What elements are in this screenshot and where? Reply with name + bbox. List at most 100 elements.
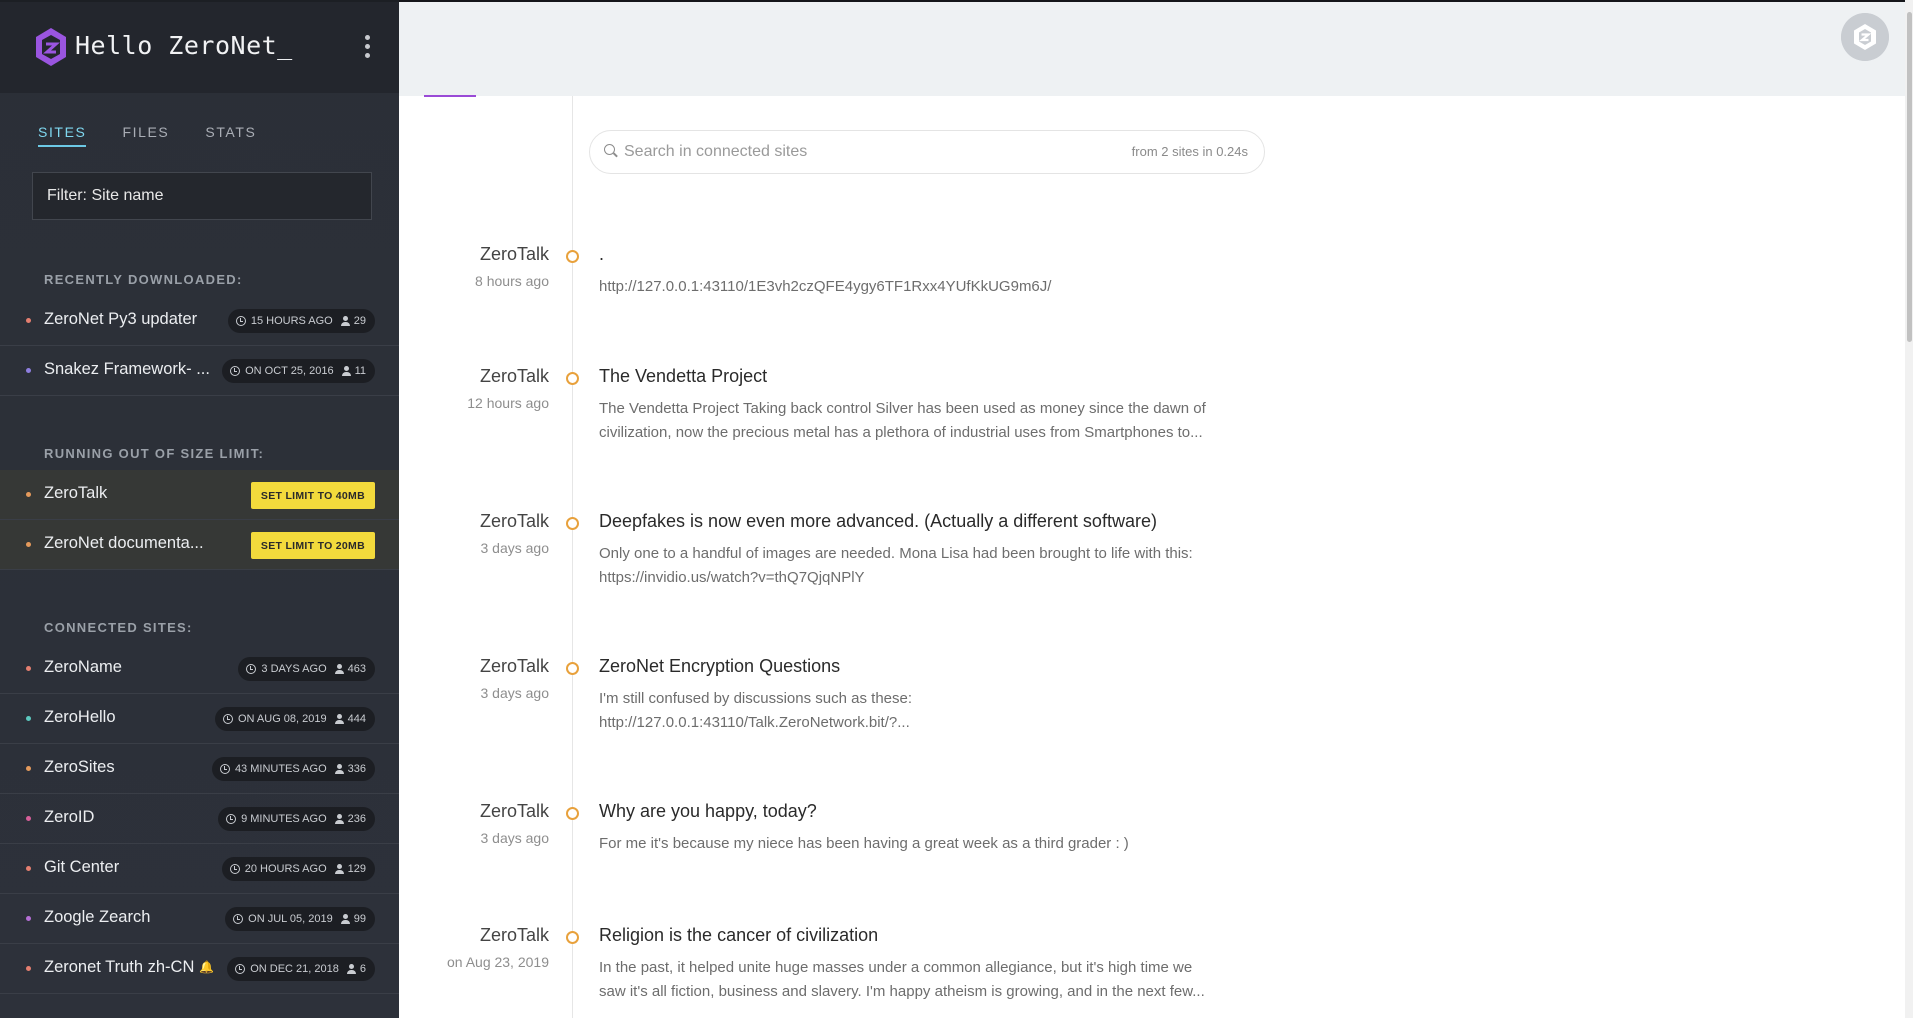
site-name[interactable]: Snakez Framework- ... (44, 360, 210, 379)
peers-icon (340, 316, 350, 326)
clock-icon (235, 964, 246, 974)
tab-files[interactable]: FILES (122, 124, 169, 147)
site-info-badge: ON AUG 08, 2019 444 (214, 707, 375, 731)
feed-item: ZeroTalk 12 hours ago The Vendetta Project… (399, 366, 1899, 476)
feed-title[interactable]: The Vendetta Project (599, 366, 767, 387)
feed-item: ZeroTalk on Aug 23, 2019 Religion is the c… (399, 925, 1899, 1018)
site-peers-count: 336 (347, 763, 366, 775)
site-status-dot (26, 966, 31, 971)
site-name[interactable]: ZeroHello (44, 708, 116, 727)
feed-timestamp: on Aug 23, 2019 (447, 954, 549, 970)
zeronet-corner-logo-icon[interactable] (1841, 13, 1889, 61)
clock-icon (235, 316, 246, 326)
zeronet-logo-icon[interactable] (35, 27, 67, 67)
timeline-marker (566, 931, 579, 944)
site-status-dot (26, 916, 31, 921)
site-name[interactable]: ZeroNet Py3 updater (44, 310, 197, 329)
site-filter-input[interactable] (32, 172, 372, 220)
site-peers-count: 29 (353, 315, 366, 327)
site-modified-time: ON JUL 05, 2019 (248, 913, 333, 925)
site-row[interactable]: ZeroNet Py3 updater 15 HOURS AGO 29 (0, 296, 399, 346)
site-status-dot (26, 368, 31, 373)
feed-title[interactable]: . (599, 244, 604, 265)
peers-icon (334, 664, 344, 674)
app-title: Hello ZeroNet_ (75, 31, 293, 60)
timeline-marker (566, 517, 579, 530)
clock-icon (219, 764, 230, 774)
site-info-badge: 9 MINUTES AGO 236 (218, 807, 375, 831)
site-name[interactable]: Zoogle Zearch (44, 908, 150, 927)
feed-title[interactable]: Why are you happy, today? (599, 801, 817, 822)
site-peers-count: 99 (353, 913, 366, 925)
feed-site-name[interactable]: ZeroTalk (399, 656, 549, 677)
feed-item: ZeroTalk 8 hours ago. http://127.0.0.1:431… (399, 244, 1899, 354)
site-row[interactable]: ZeroID 9 MINUTES AGO 236 (0, 794, 399, 844)
site-row[interactable]: ZeroTalk SET LIMIT TO 40MB (0, 470, 399, 520)
timeline-marker (566, 662, 579, 675)
site-modified-time: 3 DAYS AGO (261, 663, 327, 675)
feed-timestamp: 8 hours ago (475, 273, 549, 289)
site-peers-count: 129 (347, 863, 366, 875)
set-limit-button[interactable]: SET LIMIT TO 40MB (250, 482, 375, 509)
peers-icon (334, 814, 344, 824)
site-modified-time: 9 MINUTES AGO (241, 813, 327, 825)
site-name[interactable]: Zeronet Truth zh-CN (44, 958, 194, 977)
section-title-limit: RUNNING OUT OF SIZE LIMIT: (44, 446, 265, 461)
search-input[interactable] (624, 139, 1104, 165)
peers-icon (346, 964, 356, 974)
site-row[interactable]: ZeroName 3 DAYS AGO 463 (0, 644, 399, 694)
search-stats: from 2 sites in 0.24s (1131, 144, 1248, 159)
site-row[interactable]: ZeroHello ON AUG 08, 2019 444 (0, 694, 399, 744)
site-row[interactable]: ZeroSites 43 MINUTES AGO 336 (0, 744, 399, 794)
site-row[interactable]: ZeroNet documenta... SET LIMIT TO 20MB (0, 520, 399, 570)
site-name[interactable]: ZeroNet documenta... (44, 534, 204, 553)
site-name[interactable]: ZeroSites (44, 758, 115, 777)
section-title-connected: CONNECTED SITES: (44, 620, 193, 635)
site-peers-count: 236 (347, 813, 366, 825)
site-name[interactable]: ZeroTalk (44, 484, 107, 503)
timeline-marker (566, 250, 579, 263)
feed-item: ZeroTalk 3 days ago Why are you happy, tod… (399, 801, 1899, 911)
feed-title[interactable]: Deepfakes is now even more advanced. (Ac… (599, 511, 1157, 532)
clock-icon (226, 814, 237, 824)
feed-site-name[interactable]: ZeroTalk (399, 801, 549, 822)
peers-icon (334, 764, 344, 774)
feed-site-name[interactable]: ZeroTalk (399, 244, 549, 265)
site-info-badge: 20 HOURS AGO 129 (221, 857, 375, 881)
tab-indicator (424, 95, 476, 97)
feed-title[interactable]: ZeroNet Encryption Questions (599, 656, 840, 677)
feed-body: I'm still confused by discussions such a… (599, 690, 913, 731)
feed-timestamp: 3 days ago (480, 685, 550, 701)
tab-stats[interactable]: STATS (205, 124, 256, 147)
search-box: from 2 sites in 0.24s (589, 130, 1265, 174)
feed-title[interactable]: Religion is the cancer of civilization (599, 925, 878, 946)
site-peers-count: 6 (359, 963, 366, 975)
site-peers-count: 11 (354, 365, 366, 377)
site-row[interactable]: Git Center 20 HOURS AGO 129 (0, 844, 399, 894)
site-status-dot (26, 716, 31, 721)
timeline-marker (566, 372, 579, 385)
site-row[interactable]: Zoogle Zearch ON JUL 05, 2019 99 (0, 894, 399, 944)
top-bar (399, 0, 1913, 96)
feed-site-name[interactable]: ZeroTalk (399, 511, 549, 532)
peers-icon (334, 714, 344, 724)
site-name[interactable]: ZeroName (44, 658, 122, 677)
scrollbar-thumb[interactable] (1907, 12, 1912, 342)
set-limit-button[interactable]: SET LIMIT TO 20MB (250, 532, 375, 559)
feed-site-name[interactable]: ZeroTalk (399, 366, 549, 387)
site-modified-time: 20 HOURS AGO (244, 863, 327, 875)
site-name[interactable]: Git Center (44, 858, 119, 877)
site-modified-time: 43 MINUTES AGO (234, 763, 327, 775)
tab-sites[interactable]: SITES (38, 124, 87, 147)
feed-site-name[interactable]: ZeroTalk (399, 925, 549, 946)
site-status-dot (26, 766, 31, 771)
site-row[interactable]: Zeronet Truth zh-CN 🔔 ON DEC 21, 2018 6 (0, 944, 399, 994)
feed-timestamp: 12 hours ago (467, 395, 549, 411)
site-row[interactable]: Snakez Framework- ... ON OCT 25, 2016 11 (0, 346, 399, 396)
site-name[interactable]: ZeroID (44, 808, 94, 827)
site-status-dot (26, 492, 31, 497)
clock-icon (233, 914, 244, 924)
more-menu-icon[interactable] (356, 32, 378, 64)
search-icon (604, 144, 615, 155)
feed-body: http://127.0.0.1:43110/1E3vh2czQFE4ygy6T… (599, 278, 1052, 295)
